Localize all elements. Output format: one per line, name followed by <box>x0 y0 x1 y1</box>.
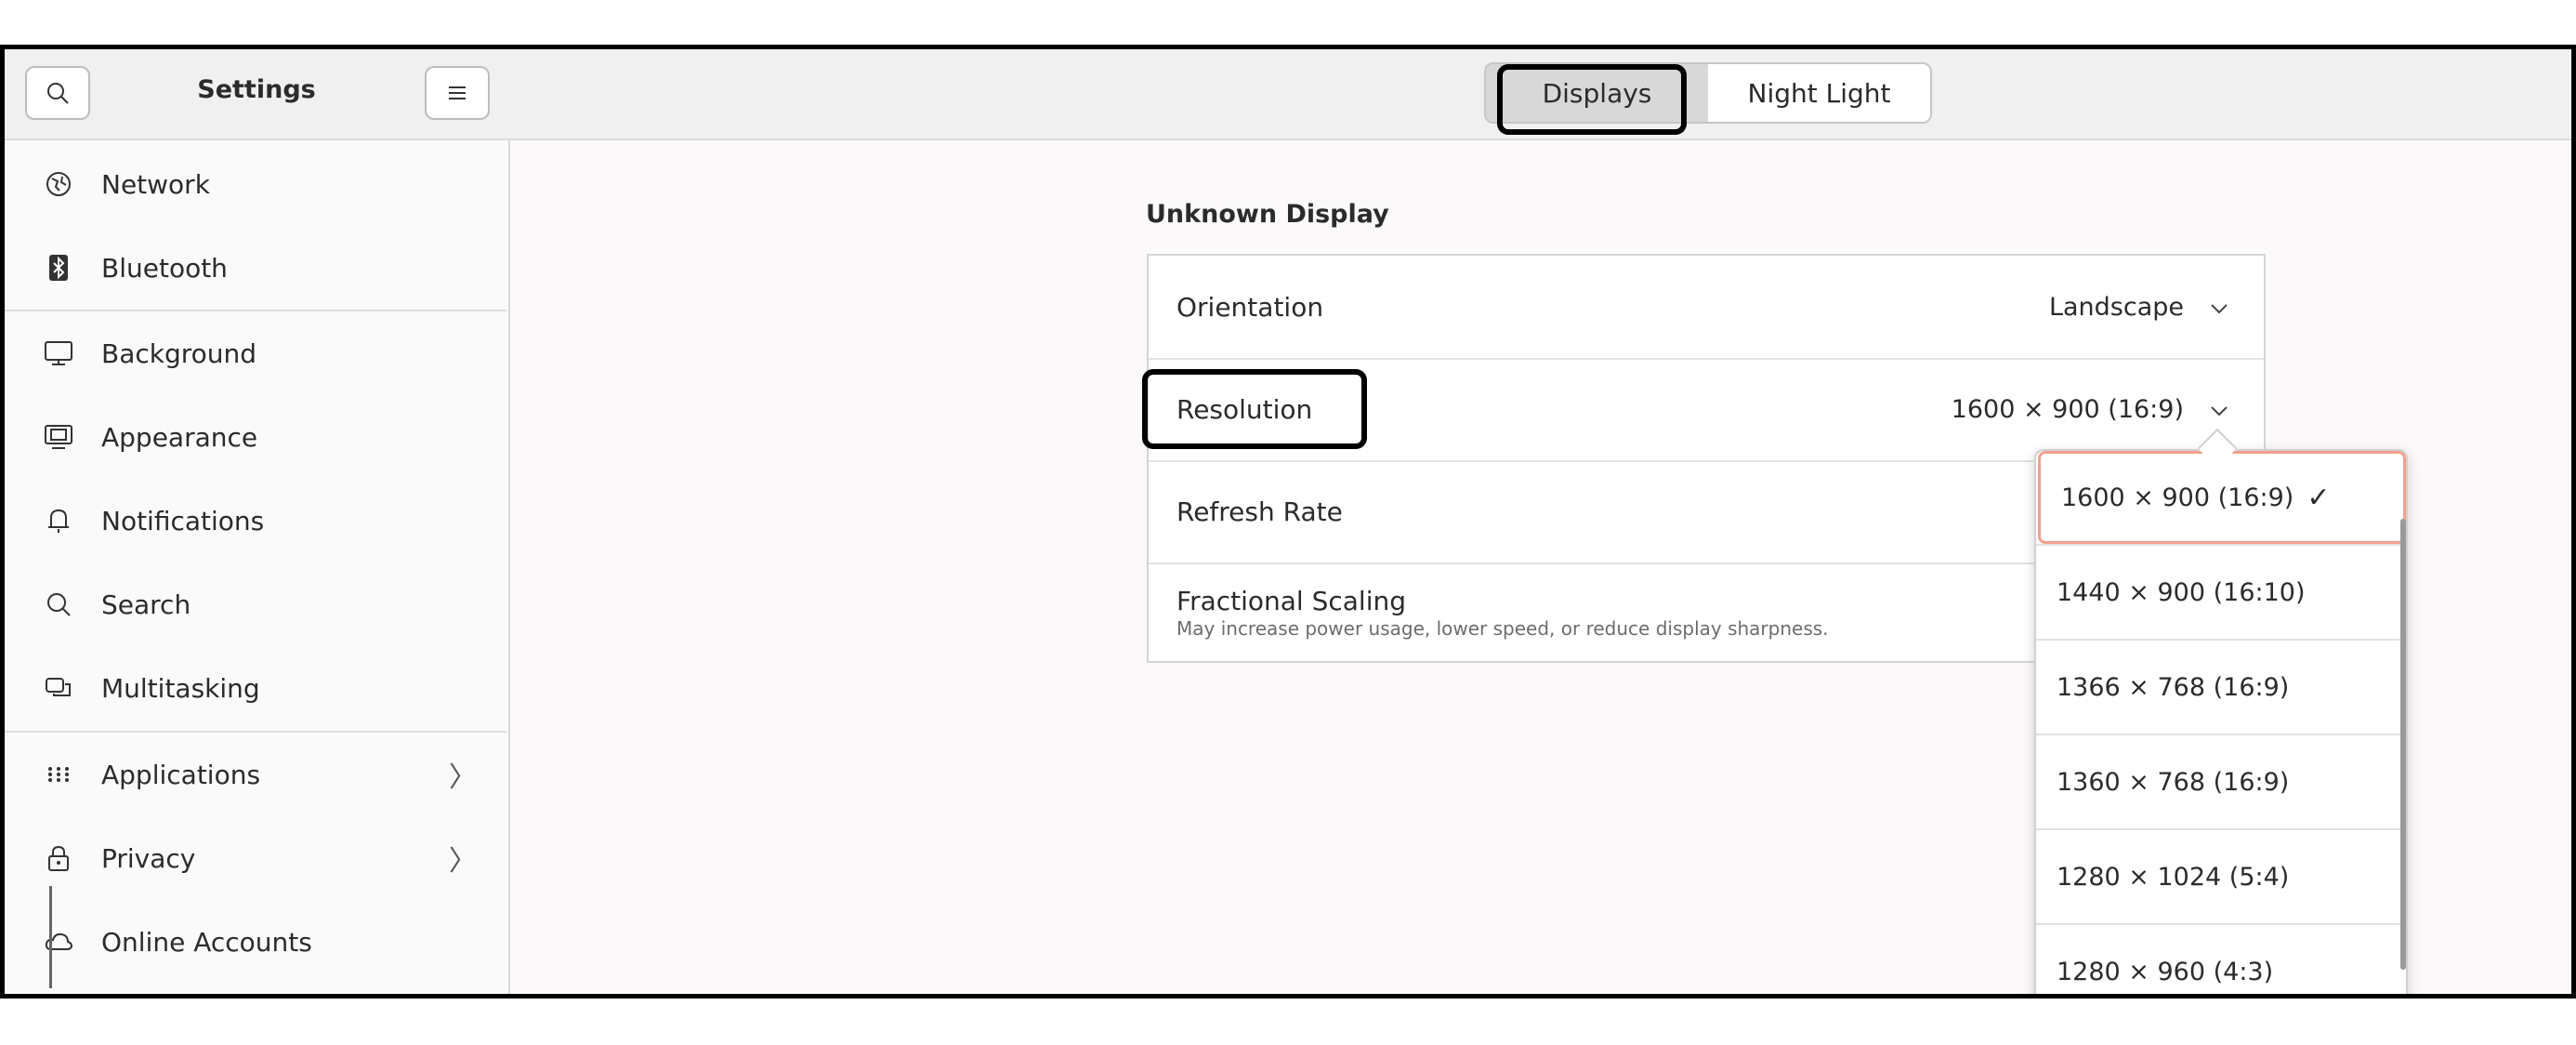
resolution-label: Resolution <box>1176 393 1313 425</box>
orientation-value: Landscape <box>2048 292 2184 322</box>
sidebar-item-applications[interactable]: Applications 〉 <box>5 733 506 816</box>
sidebar-item-label: Privacy <box>101 842 196 874</box>
search-icon <box>40 591 77 617</box>
refresh-rate-label: Refresh Rate <box>1176 496 1343 527</box>
sidebar-item-label: Network <box>101 168 210 200</box>
tab-label: Displays <box>1542 77 1652 109</box>
resolution-value: 1600 × 900 (16:9) <box>1951 394 2184 424</box>
sidebar-item-background[interactable]: Background <box>5 311 506 395</box>
main-header: Displays Night Light <box>508 49 2571 140</box>
fractional-scaling-text: Fractional Scaling May increase power us… <box>1176 587 1829 641</box>
sidebar-item-label: Online Accounts <box>101 926 312 958</box>
tab-label: Night Light <box>1747 77 1891 109</box>
sidebar-item-network[interactable]: Network <box>5 142 506 226</box>
tab-displays[interactable]: Displays <box>1486 64 1708 122</box>
hamburger-icon <box>449 86 466 99</box>
orientation-label: Orientation <box>1176 291 1324 323</box>
resolution-option[interactable]: 1366 × 768 (16:9) <box>2036 641 2406 734</box>
tab-night-light[interactable]: Night Light <box>1708 64 1930 122</box>
sidebar-item-multitasking[interactable]: Multitasking <box>5 646 506 730</box>
sidebar-item-search[interactable]: Search <box>5 562 506 646</box>
menu-button[interactable] <box>425 66 490 120</box>
dropdown-scrollbar[interactable] <box>2400 519 2406 970</box>
globe-icon <box>40 170 77 198</box>
resolution-option[interactable]: 1280 × 1024 (5:4) <box>2036 830 2406 923</box>
sidebar-item-online-accounts[interactable]: Online Accounts <box>5 900 506 984</box>
resolution-dropdown: 1600 × 900 (16:9) ✓ 1440 × 900 (16:10) 1… <box>2034 449 2408 994</box>
sidebar-item-label: Appearance <box>101 421 258 453</box>
sidebar: Settings Network Bluetooth Background Ap… <box>5 49 510 994</box>
multitasking-icon <box>40 675 77 701</box>
sidebar-item-label: Search <box>101 589 191 620</box>
chevron-right-icon: 〉 <box>449 761 477 794</box>
apps-grid-icon <box>40 765 77 784</box>
resolution-option[interactable]: 1440 × 900 (16:10) <box>2036 546 2406 639</box>
sidebar-header: Settings <box>5 49 508 140</box>
settings-window: Settings Network Bluetooth Background Ap… <box>0 45 2576 999</box>
fractional-scaling-description: May increase power usage, lower speed, o… <box>1176 617 1829 640</box>
resolution-option[interactable]: 1280 × 960 (4:3) <box>2036 925 2406 994</box>
chevron-right-icon: 〉 <box>449 845 477 878</box>
cloud-icon <box>40 931 77 953</box>
bluetooth-icon <box>40 254 77 282</box>
checkmark-icon: ✓ <box>2307 481 2331 514</box>
chevron-down-icon <box>2210 294 2228 320</box>
monitor-icon <box>40 339 77 367</box>
display-name-heading: Unknown Display <box>1146 200 1389 229</box>
appearance-icon <box>40 423 77 451</box>
resolution-option[interactable]: 1600 × 900 (16:9) ✓ <box>2038 451 2406 544</box>
view-switcher: Displays Night Light <box>1484 62 1932 124</box>
sidebar-item-privacy[interactable]: Privacy 〉 <box>5 816 506 900</box>
orientation-row[interactable]: Orientation Landscape <box>1149 256 2264 358</box>
chevron-down-icon <box>2210 396 2228 422</box>
sidebar-item-notifications[interactable]: Notifications <box>5 479 506 562</box>
search-icon <box>47 83 69 104</box>
window-edge-shadow <box>49 886 52 988</box>
sidebar-item-bluetooth[interactable]: Bluetooth <box>5 226 506 310</box>
resolution-option[interactable]: 1360 × 768 (16:9) <box>2036 735 2406 828</box>
sidebar-item-label: Multitasking <box>101 672 260 704</box>
lock-icon <box>40 844 77 872</box>
resolution-row[interactable]: Resolution 1600 × 900 (16:9) <box>1149 358 2264 460</box>
sidebar-item-label: Bluetooth <box>101 252 228 284</box>
sidebar-item-label: Applications <box>101 759 261 790</box>
sidebar-item-appearance[interactable]: Appearance <box>5 395 506 479</box>
bell-icon <box>40 507 77 535</box>
sidebar-title: Settings <box>197 75 316 104</box>
sidebar-item-label: Notifications <box>101 505 265 536</box>
fractional-scaling-label: Fractional Scaling <box>1176 586 1407 616</box>
sidebar-item-label: Background <box>101 337 257 369</box>
search-button[interactable] <box>25 66 90 120</box>
